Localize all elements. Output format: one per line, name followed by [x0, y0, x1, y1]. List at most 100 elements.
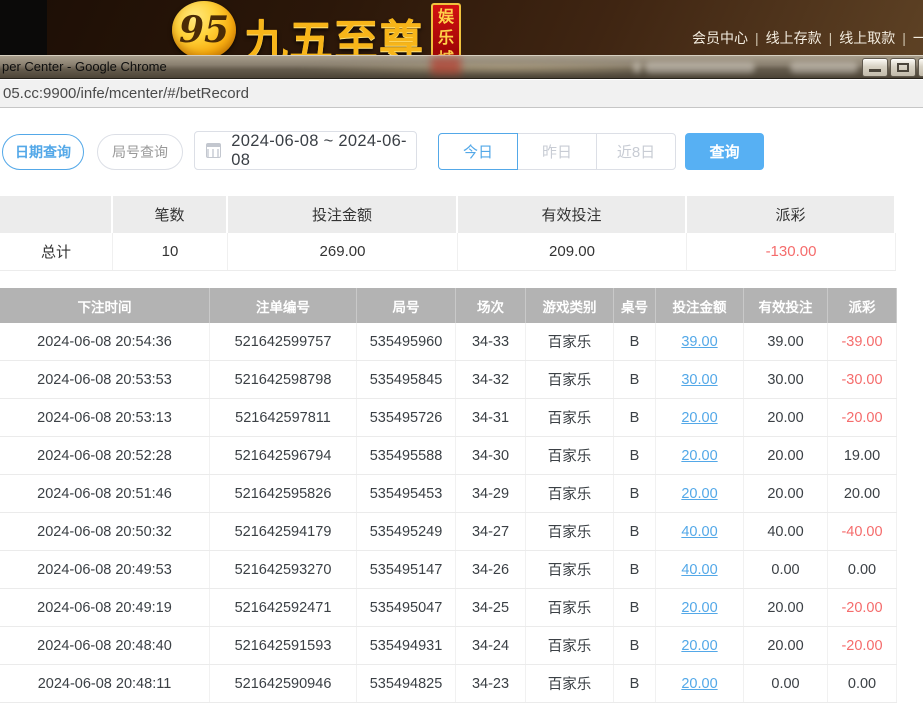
quick-range-button[interactable]: 昨日 [517, 133, 597, 170]
cell-bet-amount[interactable]: 20.00 [656, 399, 744, 436]
nav-separator: | [895, 30, 913, 46]
cell-payout: -30.00 [828, 361, 897, 398]
cell-session: 34-23 [456, 665, 526, 702]
cell-round-id: 535495726 [357, 399, 456, 436]
header-cell-table-no: 桌号 [614, 288, 656, 323]
cell-valid-bet: 20.00 [744, 437, 828, 474]
summary-table-header: 笔数投注金额有效投注派彩 [0, 196, 896, 233]
cell-bet-amount[interactable]: 20.00 [656, 589, 744, 626]
cell-bet-amount[interactable]: 40.00 [656, 513, 744, 550]
header-cell-round-id: 局号 [357, 288, 456, 323]
browser-titlebar: per Center - Google Chrome [0, 55, 923, 79]
cell-bet-id: 521642598798 [210, 361, 357, 398]
cell-game-type: 百家乐 [526, 399, 614, 436]
redacted-account-info [633, 62, 641, 73]
table-row: 2024-06-08 20:48:11521642590946535494825… [0, 665, 897, 703]
cell-bet-id: 521642596794 [210, 437, 357, 474]
cell-bet-time: 2024-06-08 20:49:53 [0, 551, 210, 588]
cell-round-id: 535495147 [357, 551, 456, 588]
cell-table-no: B [614, 399, 656, 436]
cell-valid-bet: 39.00 [744, 323, 828, 360]
close-button[interactable] [918, 58, 923, 77]
summary-value-cell: -130.00 [687, 233, 896, 270]
nav-link[interactable]: 一键 [913, 30, 923, 46]
site-logo-icon: 95 [172, 1, 236, 59]
date-range-value: 2024-06-08 ~ 2024-06-08 [231, 132, 416, 170]
nav-link[interactable]: 线上取款 [839, 30, 895, 46]
cell-bet-amount[interactable]: 20.00 [656, 475, 744, 512]
cell-bet-amount[interactable]: 39.00 [656, 323, 744, 360]
cell-payout: -20.00 [828, 627, 897, 664]
cell-session: 34-32 [456, 361, 526, 398]
cell-session: 34-31 [456, 399, 526, 436]
site-banner: 95 九五至尊 娱乐城 会员中心|线上存款|线上取款|一键 [0, 0, 923, 55]
cell-bet-id: 521642597811 [210, 399, 357, 436]
bet-table-header: 下注时间注单编号局号场次游戏类别桌号投注金额有效投注派彩 [0, 288, 897, 323]
cell-payout: -39.00 [828, 323, 897, 360]
header-cell-bet-id: 注单编号 [210, 288, 357, 323]
summary-value-cell: 10 [113, 233, 228, 270]
minimize-button[interactable] [862, 58, 888, 77]
cell-game-type: 百家乐 [526, 475, 614, 512]
quick-range-button[interactable]: 今日 [438, 133, 518, 170]
cell-round-id: 535495047 [357, 589, 456, 626]
cell-game-type: 百家乐 [526, 627, 614, 664]
cell-game-type: 百家乐 [526, 361, 614, 398]
cell-bet-amount[interactable]: 20.00 [656, 665, 744, 702]
cell-bet-id: 521642590946 [210, 665, 357, 702]
cell-bet-time: 2024-06-08 20:52:28 [0, 437, 210, 474]
cell-bet-amount[interactable]: 20.00 [656, 627, 744, 664]
cell-session: 34-24 [456, 627, 526, 664]
cell-session: 34-33 [456, 323, 526, 360]
cell-bet-id: 521642595826 [210, 475, 357, 512]
cell-bet-id: 521642594179 [210, 513, 357, 550]
cell-bet-time: 2024-06-08 20:48:40 [0, 627, 210, 664]
header-cell-payout: 派彩 [828, 288, 897, 323]
redacted-account-info [645, 62, 755, 73]
cell-bet-amount[interactable]: 20.00 [656, 437, 744, 474]
cell-table-no: B [614, 589, 656, 626]
cell-round-id: 535494825 [357, 665, 456, 702]
summary-header-cell: 派彩 [687, 196, 896, 233]
table-row: 2024-06-08 20:51:46521642595826535495453… [0, 475, 897, 513]
cell-session: 34-29 [456, 475, 526, 512]
date-range-input[interactable]: 2024-06-08 ~ 2024-06-08 [194, 131, 417, 170]
cell-game-type: 百家乐 [526, 513, 614, 550]
maximize-button[interactable] [890, 58, 916, 77]
quick-range-button[interactable]: 近8日 [596, 133, 676, 170]
cell-round-id: 535495588 [357, 437, 456, 474]
cell-valid-bet: 0.00 [744, 665, 828, 702]
cell-table-no: B [614, 665, 656, 702]
blurred-badge-bleed [431, 57, 461, 75]
summary-table: 笔数投注金额有效投注派彩 总计10269.00209.00-130.00 [0, 196, 896, 271]
cell-session: 34-25 [456, 589, 526, 626]
browser-address-bar[interactable]: 05.cc:9900/infe/mcenter/#/betRecord [0, 80, 923, 108]
header-cell-valid-bet: 有效投注 [744, 288, 828, 323]
table-row: 2024-06-08 20:54:36521642599757535495960… [0, 323, 897, 361]
badge-char: 娱 [433, 7, 459, 28]
table-row: 2024-06-08 20:52:28521642596794535495588… [0, 437, 897, 475]
tab-round-query[interactable]: 局号查询 [97, 134, 183, 170]
table-row: 2024-06-08 20:49:53521642593270535495147… [0, 551, 897, 589]
header-cell-game-type: 游戏类别 [526, 288, 614, 323]
bet-record-table: 下注时间注单编号局号场次游戏类别桌号投注金额有效投注派彩 2024-06-08 … [0, 288, 897, 703]
nav-link[interactable]: 会员中心 [692, 30, 748, 46]
search-button[interactable]: 查询 [685, 133, 764, 170]
tab-date-query[interactable]: 日期查询 [2, 134, 84, 170]
cell-bet-time: 2024-06-08 20:49:19 [0, 589, 210, 626]
cell-session: 34-27 [456, 513, 526, 550]
cell-bet-id: 521642593270 [210, 551, 357, 588]
redacted-account-info [790, 62, 858, 73]
calendar-icon [206, 143, 221, 158]
cell-bet-amount[interactable]: 30.00 [656, 361, 744, 398]
nav-link[interactable]: 线上存款 [766, 30, 822, 46]
summary-value-cell: 总计 [0, 233, 113, 270]
header-cell-bet-amount: 投注金额 [656, 288, 744, 323]
cell-bet-time: 2024-06-08 20:50:32 [0, 513, 210, 550]
cell-bet-amount[interactable]: 40.00 [656, 551, 744, 588]
nav-separator: | [748, 30, 766, 46]
cell-bet-time: 2024-06-08 20:53:13 [0, 399, 210, 436]
cell-round-id: 535495960 [357, 323, 456, 360]
top-navigation: 会员中心|线上存款|线上取款|一键 [692, 28, 923, 48]
cell-payout: 0.00 [828, 551, 897, 588]
